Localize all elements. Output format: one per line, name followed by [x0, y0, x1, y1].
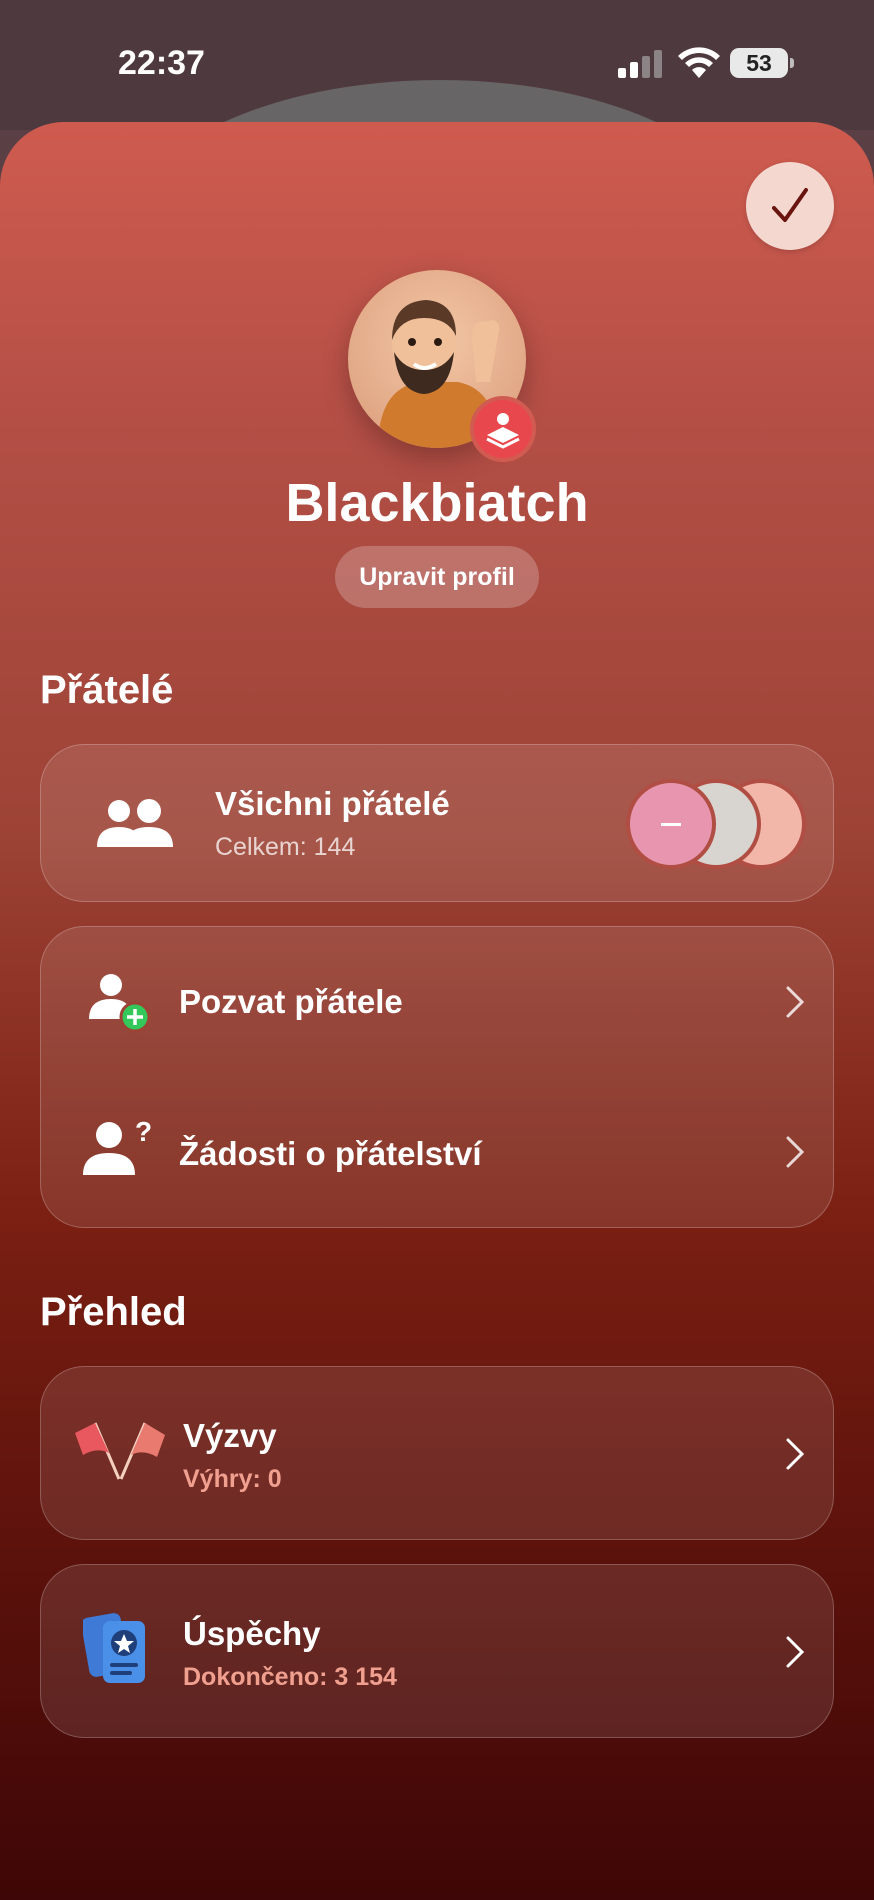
done-button[interactable] — [746, 162, 834, 250]
svg-text:?: ? — [135, 1117, 152, 1147]
challenges-wins: Výhry: 0 — [183, 1465, 282, 1493]
edit-profile-button[interactable]: Upravit profil — [335, 546, 539, 608]
people-icon — [97, 799, 173, 847]
achievements-completed: Dokončeno: 3 154 — [183, 1663, 397, 1691]
challenges-title: Výzvy — [183, 1417, 277, 1454]
all-friends-title: Všichni přátelé — [215, 785, 450, 822]
all-friends-card[interactable]: Všichni přátelé Celkem: 144 — [40, 744, 834, 902]
chevron-right-icon — [786, 986, 805, 1018]
game-center-badge — [470, 396, 536, 462]
chevron-right-icon — [786, 1136, 805, 1168]
friend-avatar — [626, 779, 716, 869]
status-time: 22:37 — [118, 44, 205, 82]
checkmark-icon — [772, 188, 808, 222]
achievement-cards-icon — [83, 1613, 145, 1683]
friends-actions-card: Pozvat přátele ? Žádosti o přátelství — [40, 926, 834, 1228]
section-title-overview: Přehled — [40, 1290, 187, 1334]
friend-avatars — [626, 779, 806, 869]
game-center-icon — [486, 413, 520, 449]
signal-icon — [618, 50, 662, 78]
person-question-icon: ? — [83, 1117, 152, 1175]
friend-requests-title: Žádosti o přátelství — [179, 1135, 482, 1172]
chevron-right-icon — [786, 1636, 805, 1668]
invite-friends-title: Pozvat přátele — [179, 983, 403, 1020]
person-add-icon — [89, 974, 151, 1033]
wifi-icon — [678, 47, 720, 78]
minus-icon — [661, 822, 681, 826]
profile-sheet: Blackbiatch Upravit profil Přátelé Všich… — [0, 122, 874, 1900]
flags-icon — [75, 1422, 165, 1480]
battery-icon: 53 — [730, 48, 794, 78]
invite-friends-row[interactable]: Pozvat přátele — [41, 927, 833, 1077]
challenges-card[interactable]: Výzvy Výhry: 0 — [40, 1366, 834, 1540]
achievements-title: Úspěchy — [183, 1615, 321, 1652]
username: Blackbiatch — [285, 473, 589, 533]
achievements-card[interactable]: Úspěchy Dokončeno: 3 154 — [40, 1564, 834, 1738]
friend-requests-row[interactable]: ? Žádosti o přátelství — [41, 1077, 833, 1227]
all-friends-count: Celkem: 144 — [215, 833, 356, 861]
section-title-friends: Přátelé — [40, 668, 174, 712]
chevron-right-icon — [786, 1438, 805, 1470]
